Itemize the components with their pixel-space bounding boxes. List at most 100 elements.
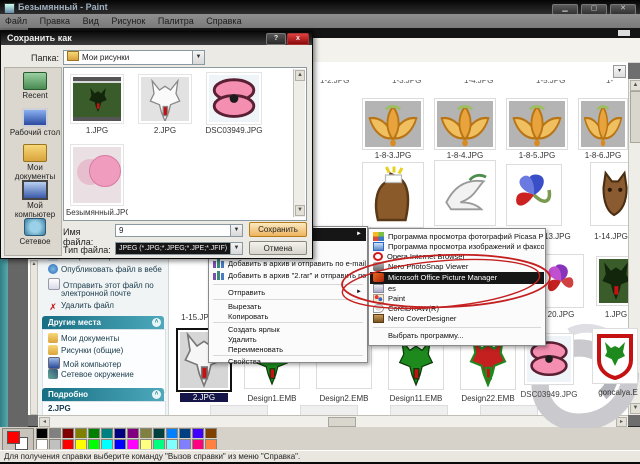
menu-edit[interactable]: Правка [40, 16, 70, 26]
foreground-color-swatch[interactable] [7, 431, 20, 444]
color-swatch[interactable] [62, 439, 74, 449]
place-network[interactable]: Сетевое [8, 218, 62, 246]
file-label[interactable]: goncalya.E [596, 388, 640, 397]
chevron-up-icon[interactable]: ˄ [152, 390, 161, 399]
file-label[interactable]: 1-8-3.JPG [362, 151, 424, 160]
file-label[interactable]: 2.JPG [138, 126, 192, 135]
open-with-item-choose-program[interactable]: Выбрать программу... [370, 331, 544, 341]
scroll-down-icon[interactable]: ▼ [295, 205, 305, 216]
context-menu-item-rename[interactable]: Переименовать [210, 344, 366, 355]
file-label[interactable]: Безымянный.JPG [66, 208, 128, 217]
scroll-up-icon[interactable]: ▲ [295, 70, 305, 81]
context-menu-item[interactable]: Добавить в архив и отправить по e-mail..… [210, 258, 366, 269]
place-shared-pictures[interactable]: Рисунки (общие) [48, 345, 166, 355]
color-swatch[interactable] [49, 428, 61, 438]
color-swatch[interactable] [153, 439, 165, 449]
file-thumbnail[interactable] [592, 328, 638, 384]
color-swatch[interactable] [166, 428, 178, 438]
color-swatch[interactable] [114, 439, 126, 449]
open-with-item-es[interactable]: es [370, 284, 544, 294]
place-my-computer[interactable]: Мой компьютер [8, 180, 62, 219]
open-with-item-ms-picture-manager[interactable]: Microsoft Office Picture Manager [370, 272, 544, 284]
color-swatch[interactable] [101, 428, 113, 438]
scroll-up-icon[interactable]: ▲ [630, 80, 640, 91]
file-thumbnail[interactable] [70, 144, 124, 206]
task-email-file-line2[interactable]: электронной почте [61, 289, 179, 298]
context-menu-item[interactable]: Добавить в архив "2.rar" и отправить по … [210, 270, 366, 281]
color-swatch[interactable] [166, 439, 178, 449]
color-swatch[interactable] [205, 439, 217, 449]
help-icon[interactable]: ? [266, 33, 286, 45]
file-label[interactable]: 1-8-4.JPG [434, 151, 496, 160]
place-my-computer[interactable]: Мой компьютер [48, 357, 166, 369]
color-swatch[interactable] [114, 428, 126, 438]
color-swatch[interactable] [127, 428, 139, 438]
file-label[interactable]: 13.JPG [544, 232, 578, 241]
color-swatch[interactable] [179, 428, 191, 438]
color-swatch[interactable] [127, 439, 139, 449]
menu-file[interactable]: Файл [5, 16, 27, 26]
dialog-titlebar[interactable]: Сохранить как ? x [1, 31, 312, 45]
open-with-item-picasa[interactable]: Программа просмотра фотографий Picasa Ph… [370, 232, 544, 242]
color-swatch[interactable] [140, 428, 152, 438]
context-menu-item-send-to[interactable]: Отправить ► [210, 287, 366, 298]
other-places-header[interactable]: Другие места ˄ [42, 316, 164, 329]
context-menu-item-copy[interactable]: Копировать [210, 311, 366, 322]
menu-help[interactable]: Справка [206, 16, 241, 26]
color-swatch[interactable] [101, 439, 113, 449]
file-thumbnail[interactable] [506, 164, 562, 226]
details-header[interactable]: Подробно ˄ [42, 388, 164, 401]
place-my-documents[interactable]: Мои документы [8, 144, 62, 181]
cancel-button[interactable]: Отмена [249, 241, 307, 255]
file-label[interactable]: Design11.EMB [388, 394, 444, 403]
file-label[interactable]: Design1.EMB [244, 394, 300, 403]
open-with-item-nero-photosnap[interactable]: Nero PhotoSnap Viewer [370, 262, 544, 272]
color-swatch[interactable] [153, 428, 165, 438]
scroll-left-icon[interactable]: ◂ [39, 417, 50, 427]
place-network[interactable]: Сетевое окружение [48, 369, 166, 379]
file-thumbnail[interactable] [138, 74, 192, 124]
open-with-item-coreldraw[interactable]: CorelDRAW(R) [370, 304, 544, 314]
color-swatch[interactable] [88, 439, 100, 449]
color-swatch[interactable] [36, 439, 48, 449]
color-swatch[interactable] [88, 428, 100, 438]
color-swatch[interactable] [49, 439, 61, 449]
file-label[interactable]: DSC03949.JPG [518, 390, 580, 399]
chevron-up-icon[interactable]: ˄ [152, 318, 161, 327]
folder-window-button[interactable] [618, 30, 630, 36]
dialog-list-scrollbar[interactable]: ▲ ▼ [293, 69, 305, 217]
maximize-icon[interactable]: ▢ [581, 4, 607, 14]
task-publish-file[interactable]: Опубликовать файл в вебе [48, 264, 166, 274]
file-label-selected[interactable]: 2.JPG [180, 393, 228, 402]
file-thumbnail[interactable] [206, 72, 262, 125]
scrollbar-thumb[interactable] [328, 417, 356, 427]
color-swatch[interactable] [75, 439, 87, 449]
context-menu-item-properties[interactable]: Свойства [210, 356, 366, 367]
color-swatch[interactable] [179, 439, 191, 449]
place-desktop[interactable]: Рабочий стол [8, 108, 62, 137]
chevron-down-icon[interactable]: ▼ [192, 51, 204, 64]
color-swatch[interactable] [75, 428, 87, 438]
scroll-up-icon[interactable]: ▲ [31, 261, 37, 267]
color-swatch[interactable] [140, 439, 152, 449]
file-label[interactable]: Design22.EMB [460, 394, 516, 403]
color-swatch[interactable] [192, 428, 204, 438]
chevron-down-icon[interactable]: ▼ [230, 243, 242, 254]
color-swatch[interactable] [205, 428, 217, 438]
file-thumbnail[interactable] [362, 162, 424, 228]
file-thumbnail[interactable] [362, 98, 424, 150]
file-thumbnail[interactable] [506, 98, 568, 150]
filename-input[interactable]: 9 ▼ [115, 224, 243, 237]
place-recent[interactable]: Recent [8, 72, 62, 100]
task-delete-file[interactable]: ✗ Удалить файл [48, 301, 166, 312]
save-button[interactable]: Сохранить [249, 222, 307, 237]
file-label[interactable]: 1-8-5.JPG [506, 151, 568, 160]
chevron-down-icon[interactable]: ▼ [230, 225, 242, 236]
minimize-icon[interactable]: ▁ [552, 4, 578, 14]
file-thumbnail[interactable] [70, 74, 124, 124]
close-icon[interactable]: ✕ [610, 4, 636, 14]
file-thumbnail[interactable] [434, 98, 496, 150]
menu-view[interactable]: Вид [83, 16, 99, 26]
open-with-item-fax-viewer[interactable]: Программа просмотра изображений и факсов [370, 242, 544, 252]
open-with-item-opera[interactable]: Opera Internet Browser [370, 252, 544, 262]
